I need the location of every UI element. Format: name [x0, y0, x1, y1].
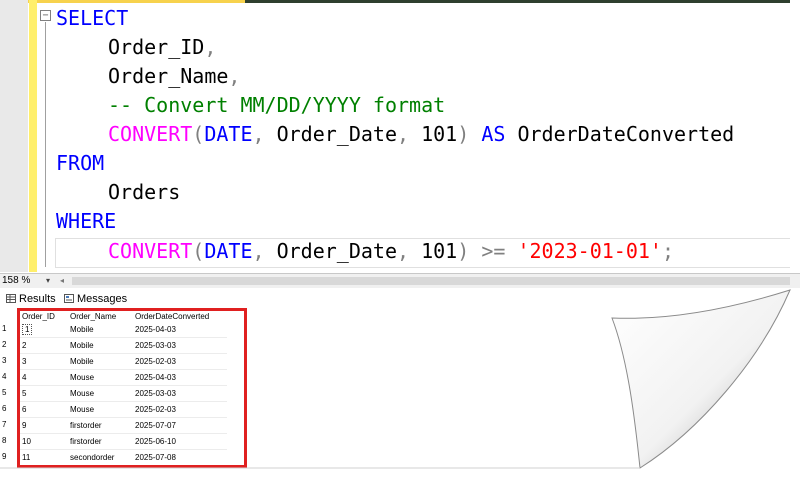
type-date: DATE — [204, 239, 253, 263]
collapse-region-icon[interactable]: − — [40, 10, 51, 21]
row-number[interactable]: 8 — [2, 436, 6, 445]
editor-top-border — [245, 0, 790, 3]
row-number[interactable]: 7 — [2, 420, 6, 429]
type-date: DATE — [204, 122, 253, 146]
arg-order-date: Order_Date — [264, 239, 398, 263]
code-line-select[interactable]: SELECT — [56, 6, 128, 30]
comma: , — [252, 239, 265, 263]
comma: , — [397, 122, 410, 146]
highlight-box — [17, 308, 247, 468]
chevron-down-icon[interactable]: ▾ — [46, 274, 50, 288]
row-number[interactable]: 1 — [2, 324, 6, 333]
style-number: 101 — [409, 122, 458, 146]
horizontal-scrollbar[interactable] — [72, 277, 790, 285]
row-number[interactable]: 3 — [2, 356, 6, 365]
messages-icon — [64, 294, 74, 303]
comma: , — [204, 35, 217, 59]
editor-status-bar: 158 % ▾ ◂ — [0, 273, 800, 288]
row-number[interactable]: 5 — [2, 388, 6, 397]
keyword-select: SELECT — [56, 6, 129, 30]
code-line-convert-select[interactable]: CONVERT(DATE, Order_Date, 101) AS OrderD… — [108, 122, 734, 146]
comma: , — [228, 64, 241, 88]
semicolon: ; — [661, 239, 674, 263]
comma: , — [252, 122, 265, 146]
row-number[interactable]: 2 — [2, 340, 6, 349]
change-tracking-bar — [29, 0, 37, 272]
keyword-as: AS — [469, 122, 506, 146]
arg-order-date: Order_Date — [264, 122, 398, 146]
keyword-where: WHERE — [56, 209, 117, 233]
row-number[interactable]: 6 — [2, 404, 6, 413]
zoom-level[interactable]: 158 % — [2, 274, 30, 288]
outline-line — [45, 22, 46, 267]
editor-gutter — [0, 0, 28, 272]
scroll-left-icon[interactable]: ◂ — [60, 274, 64, 288]
code-line-comment[interactable]: -- Convert MM/DD/YYYY format — [108, 93, 445, 117]
function-convert: CONVERT — [108, 122, 193, 146]
tab-messages-label: Messages — [77, 293, 128, 305]
row-number[interactable]: 4 — [2, 372, 6, 381]
grid-icon — [6, 294, 16, 303]
function-convert: CONVERT — [108, 239, 193, 263]
alias-name: OrderDateConverted — [505, 122, 735, 146]
keyword-from: FROM — [56, 151, 105, 175]
comma: , — [397, 239, 410, 263]
code-line-from[interactable]: FROM — [56, 151, 104, 175]
tab-results-label: Results — [19, 293, 56, 305]
paren: ) — [457, 122, 470, 146]
column-order-name: Order_Name — [108, 64, 229, 88]
column-order-id: Order_ID — [108, 35, 205, 59]
table-orders: Orders — [108, 180, 181, 204]
result-tabs: Results Messages — [0, 290, 800, 308]
code-line-convert-where[interactable]: CONVERT(DATE, Order_Date, 101) >= '2023-… — [108, 239, 674, 263]
paren: ( — [192, 239, 205, 263]
tab-messages[interactable]: Messages — [64, 292, 127, 306]
code-line-where[interactable]: WHERE — [56, 209, 116, 233]
tab-results[interactable]: Results — [6, 292, 56, 306]
code-line-orders[interactable]: Orders — [108, 180, 180, 204]
query-editor[interactable]: − SELECT Order_ID, Order_Name, -- Conver… — [0, 0, 790, 272]
style-number: 101 — [409, 239, 458, 263]
paren: ) — [457, 239, 470, 263]
row-number[interactable]: 9 — [2, 452, 6, 461]
code-line-order-id[interactable]: Order_ID, — [108, 35, 216, 59]
code-line-order-name[interactable]: Order_Name, — [108, 64, 240, 88]
paren: ( — [192, 122, 205, 146]
row-header-column: 1 2 3 4 5 6 7 8 9 — [0, 308, 16, 463]
operator-gte: >= — [469, 239, 506, 263]
string-literal: '2023-01-01' — [505, 239, 662, 263]
sql-comment: -- Convert MM/DD/YYYY format — [108, 93, 446, 117]
